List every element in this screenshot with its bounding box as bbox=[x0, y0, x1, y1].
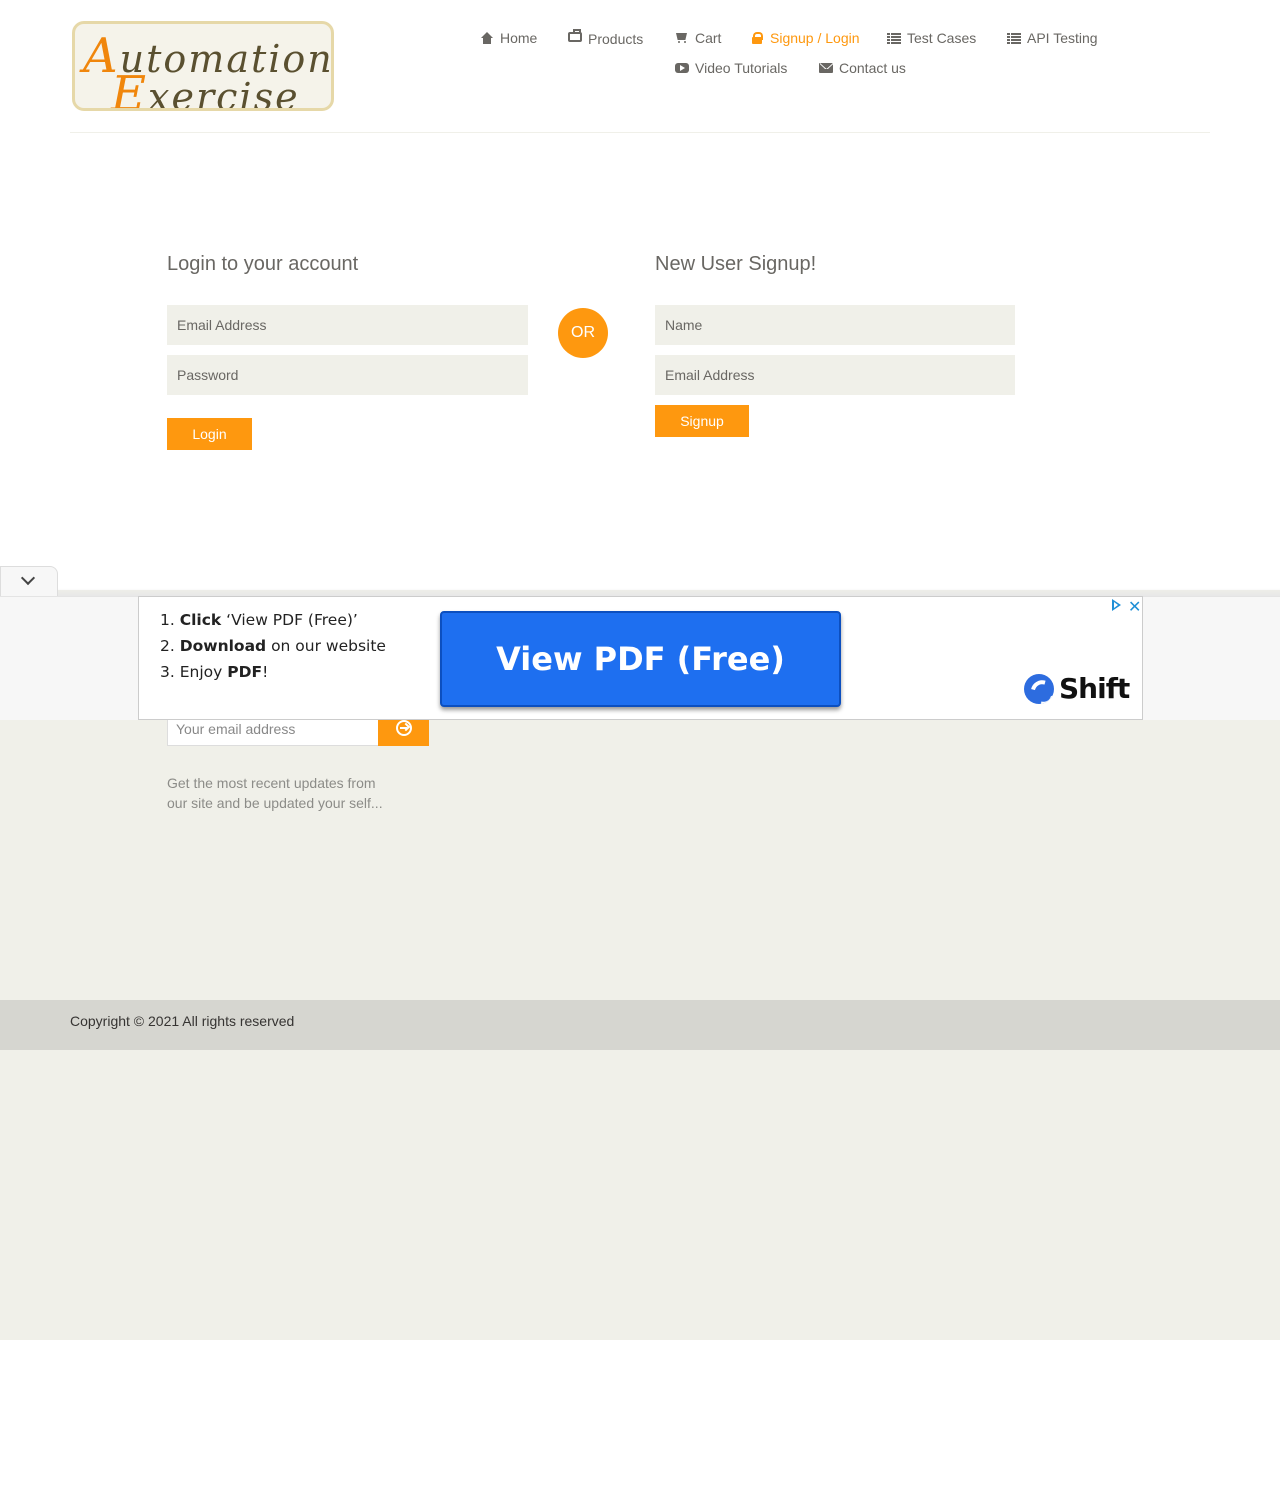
chevron-down-icon bbox=[20, 570, 36, 586]
signup-button[interactable]: Signup bbox=[655, 405, 749, 437]
envelope-icon bbox=[819, 61, 833, 75]
ad-steps: 1. Click ‘View PDF (Free)’ 2. Download o… bbox=[160, 611, 386, 681]
nav-home[interactable]: Home bbox=[480, 30, 537, 46]
arrow-circle-right-icon bbox=[396, 720, 412, 736]
shift-logo-icon bbox=[1024, 674, 1054, 704]
ad-view-pdf-button[interactable]: View PDF (Free) bbox=[440, 611, 841, 707]
list-icon bbox=[1007, 31, 1021, 45]
login-button[interactable]: Login bbox=[167, 418, 252, 450]
login-password-input[interactable] bbox=[167, 355, 528, 395]
nav-products[interactable]: Products bbox=[568, 29, 643, 47]
ad-shadow bbox=[0, 588, 1280, 596]
login-title: Login to your account bbox=[167, 253, 359, 275]
copyright-text: Copyright © 2021 All rights reserved bbox=[70, 1013, 295, 1029]
signup-name-input[interactable] bbox=[655, 305, 1015, 345]
subscribe-description: Get the most recent updates from our sit… bbox=[167, 775, 383, 811]
nav-contact-us[interactable]: Contact us bbox=[819, 60, 906, 76]
close-icon[interactable]: ✕ bbox=[1128, 597, 1141, 616]
ad-collapse-toggle[interactable] bbox=[0, 566, 58, 596]
footer-bottom: Copyright © 2021 All rights reserved bbox=[0, 1000, 1280, 1050]
ad-banner[interactable]: 1. Click ‘View PDF (Free)’ 2. Download o… bbox=[138, 596, 1143, 720]
adchoices-icon[interactable] bbox=[1112, 599, 1121, 611]
nav-api-testing[interactable]: API Testing bbox=[1007, 30, 1098, 46]
or-divider: OR bbox=[558, 308, 608, 358]
shopping-cart-icon bbox=[675, 31, 689, 45]
nav-test-cases[interactable]: Test Cases bbox=[887, 30, 976, 46]
lock-icon bbox=[750, 31, 764, 45]
login-email-input[interactable] bbox=[167, 305, 528, 345]
youtube-play-icon bbox=[675, 61, 689, 75]
nav-signup-login[interactable]: Signup / Login bbox=[750, 30, 860, 46]
site-logo[interactable]: Automation Exercise bbox=[72, 21, 334, 111]
briefcase-icon bbox=[568, 29, 582, 42]
ad-brand: Shift bbox=[1059, 672, 1130, 705]
nav-cart[interactable]: Cart bbox=[675, 30, 721, 46]
signup-email-input[interactable] bbox=[655, 355, 1015, 395]
signup-title: New User Signup! bbox=[655, 253, 817, 275]
nav-video-tutorials[interactable]: Video Tutorials bbox=[675, 60, 787, 76]
home-icon bbox=[480, 31, 494, 45]
site-header: Automation Exercise Home Products Cart S… bbox=[70, 0, 1210, 133]
list-icon bbox=[887, 31, 901, 45]
